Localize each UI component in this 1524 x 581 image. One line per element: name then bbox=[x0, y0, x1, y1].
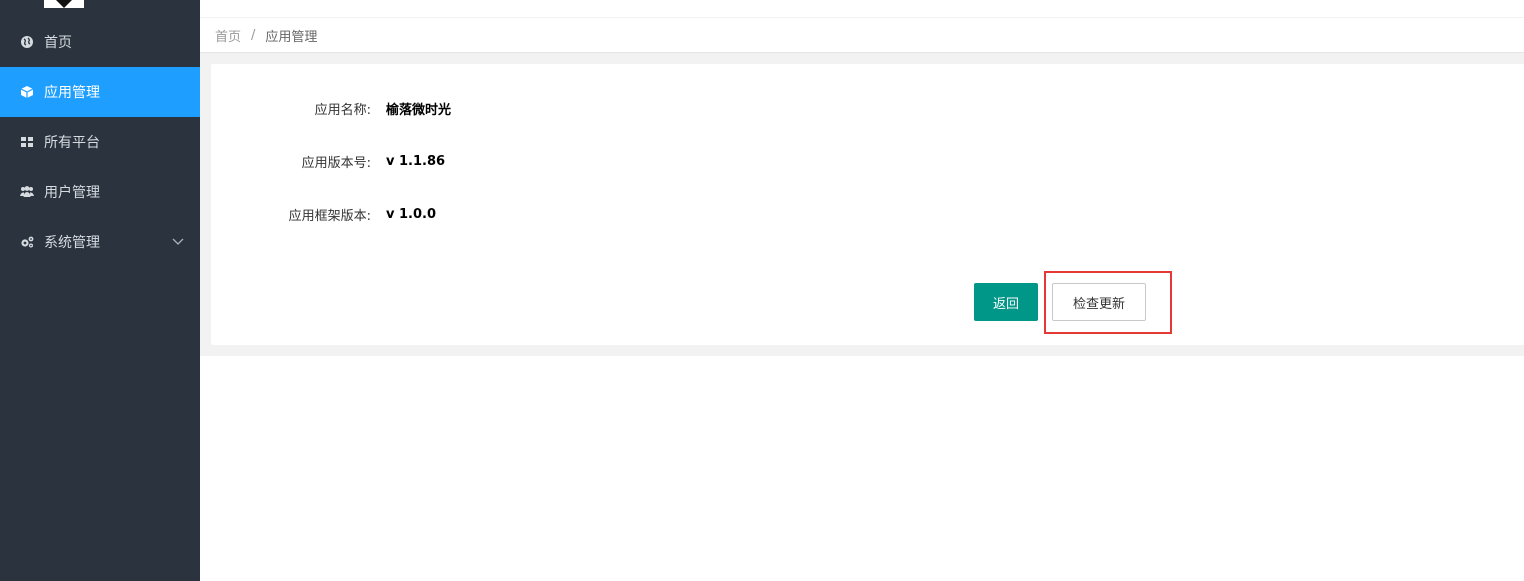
sidebar-item-system-management[interactable]: 系统管理 bbox=[0, 217, 200, 267]
app-info-card: 应用名称: 榆落微时光 应用版本号: v 1.1.86 应用框架版本: v 1.… bbox=[211, 64, 1524, 345]
top-header bbox=[200, 0, 1524, 18]
sidebar-item-all-platforms[interactable]: 所有平台 bbox=[0, 117, 200, 167]
highlight-annotation bbox=[1044, 271, 1172, 334]
app-version-value: v 1.1.86 bbox=[386, 153, 446, 169]
sidebar-item-label: 首页 bbox=[44, 35, 72, 51]
framework-version-value: v 1.0.0 bbox=[386, 206, 437, 222]
sidebar-item-label: 所有平台 bbox=[44, 135, 100, 151]
breadcrumb: 首页 / 应用管理 bbox=[200, 18, 1524, 53]
logo bbox=[44, 0, 84, 8]
breadcrumb-current: 应用管理 bbox=[265, 29, 318, 45]
back-button[interactable]: 返回 bbox=[974, 283, 1038, 321]
app-version-row: 应用版本号: v 1.1.86 bbox=[211, 151, 1524, 171]
framework-version-row: 应用框架版本: v 1.0.0 bbox=[211, 204, 1524, 224]
sidebar-item-home[interactable]: 首页 bbox=[0, 17, 200, 67]
sidebar-item-label: 用户管理 bbox=[44, 185, 100, 201]
breadcrumb-separator: / bbox=[251, 27, 256, 43]
sidebar-item-label: 应用管理 bbox=[44, 85, 100, 101]
sidebar: 首页 应用管理 所有平台 用户管理 系统管理 bbox=[0, 0, 200, 581]
sidebar-item-label: 系统管理 bbox=[44, 235, 100, 251]
framework-version-label: 应用框架版本: bbox=[288, 208, 371, 224]
globe-icon bbox=[21, 36, 33, 48]
cogs-icon bbox=[21, 236, 34, 248]
app-version-label: 应用版本号: bbox=[301, 155, 371, 171]
users-icon bbox=[20, 186, 34, 197]
chevron-down-icon bbox=[172, 238, 184, 245]
grid-icon bbox=[21, 137, 33, 147]
cube-icon bbox=[20, 86, 34, 98]
app-name-row: 应用名称: 榆落微时光 bbox=[211, 98, 1524, 118]
sidebar-item-app-management[interactable]: 应用管理 bbox=[0, 67, 200, 117]
sidebar-item-user-management[interactable]: 用户管理 bbox=[0, 167, 200, 217]
app-name-value: 榆落微时光 bbox=[386, 102, 452, 118]
breadcrumb-home-link[interactable]: 首页 bbox=[215, 26, 241, 45]
app-name-label: 应用名称: bbox=[314, 102, 371, 118]
